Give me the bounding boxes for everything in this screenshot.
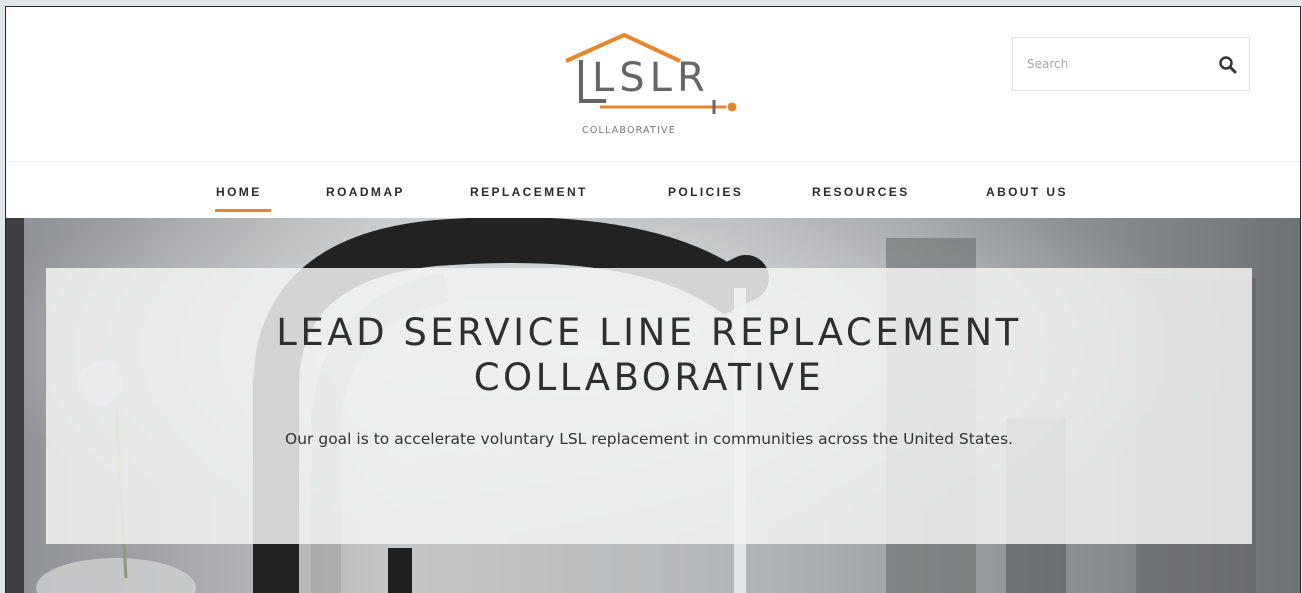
hero-title-line-2: COLLABORATIVE [473, 356, 825, 399]
logo-wordmark: LSLR [592, 55, 710, 101]
search-button[interactable] [1217, 54, 1239, 76]
hero-title-line-1: LEAD SERVICE LINE REPLACEMENT [276, 311, 1022, 354]
browser-viewport: LSLR COLLABORATIVE HOME ROADMAP REPLACEM… [5, 6, 1301, 593]
nav-item-replacement[interactable]: REPLACEMENT [470, 185, 588, 199]
hero-title: LEAD SERVICE LINE REPLACEMENT COLLABORAT… [46, 310, 1252, 400]
logo-tagline: COLLABORATIVE [582, 125, 676, 136]
nav-item-roadmap[interactable]: ROADMAP [326, 185, 405, 199]
hero-subtitle: Our goal is to accelerate voluntary LSL … [285, 430, 1013, 448]
lslr-logo-icon: LSLR COLLABORATIVE [565, 32, 737, 136]
search-icon [1219, 56, 1237, 74]
search-input[interactable] [1013, 38, 1217, 90]
nav-item-resources[interactable]: RESOURCES [812, 185, 910, 199]
nav-item-home[interactable]: HOME [216, 185, 262, 199]
hero-text-panel: LEAD SERVICE LINE REPLACEMENT COLLABORAT… [46, 268, 1252, 544]
site-logo[interactable]: LSLR COLLABORATIVE [556, 27, 746, 139]
nav-item-about-us[interactable]: ABOUT US [986, 185, 1068, 199]
nav-item-policies[interactable]: POLICIES [668, 185, 743, 199]
site-header: LSLR COLLABORATIVE [6, 7, 1300, 161]
active-nav-indicator [215, 209, 271, 212]
search-box [1012, 37, 1250, 91]
main-navigation: HOME ROADMAP REPLACEMENT POLICIES RESOUR… [6, 162, 1300, 218]
hero-banner: LEAD SERVICE LINE REPLACEMENT COLLABORAT… [6, 218, 1300, 593]
